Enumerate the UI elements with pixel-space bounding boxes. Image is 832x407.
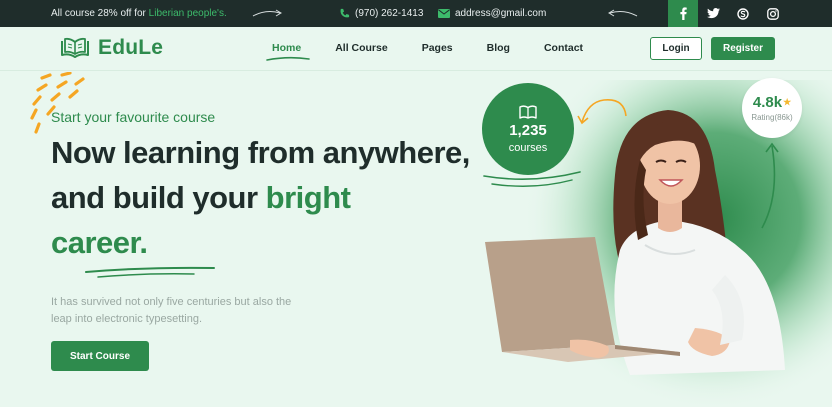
nav-label: Home bbox=[272, 42, 302, 54]
envelope-icon bbox=[438, 9, 450, 18]
nav-item-pages[interactable]: Pages bbox=[422, 42, 453, 54]
hero-heading-line-1: Now learning from anywhere, bbox=[51, 135, 470, 170]
phone-icon bbox=[340, 8, 350, 18]
courses-label: courses bbox=[508, 141, 548, 154]
hero-description: It has survived not only five centuries … bbox=[51, 296, 292, 325]
decorative-lines bbox=[483, 171, 581, 187]
brand-name: EduLe bbox=[98, 36, 164, 59]
decorative-dashes-icon bbox=[30, 72, 85, 134]
active-underline bbox=[266, 56, 310, 61]
open-book-icon bbox=[61, 37, 89, 58]
email-contact[interactable]: address@gmail.com bbox=[438, 8, 546, 19]
decorative-underline bbox=[85, 266, 215, 278]
facebook-icon[interactable] bbox=[668, 0, 698, 27]
nav-item-blog[interactable]: Blog bbox=[487, 42, 510, 54]
start-course-button[interactable]: Start Course bbox=[51, 341, 149, 371]
decorative-arrow-icon bbox=[252, 9, 282, 17]
social-links bbox=[668, 0, 788, 27]
curved-arrow-icon bbox=[761, 142, 779, 229]
curved-arrow-icon bbox=[577, 99, 627, 125]
instagram-icon[interactable] bbox=[758, 0, 788, 27]
email-address: address@gmail.com bbox=[455, 8, 547, 19]
star-icon: ★ bbox=[783, 97, 792, 107]
hero-heading-line-2: and build your bright bbox=[51, 180, 351, 216]
main-header: EduLe Home All Course Pages Blog Contact… bbox=[0, 27, 832, 71]
top-bar: All course 28% off for Liberian people's… bbox=[0, 0, 832, 27]
phone-contact[interactable]: (970) 262-1413 bbox=[339, 8, 423, 19]
rating-badge: 4.8k ★ Rating(86k) bbox=[742, 78, 802, 138]
offer-prefix: All course 28% off for bbox=[51, 8, 146, 19]
heading-text: and build your bbox=[51, 180, 266, 215]
nav-item-all-course[interactable]: All Course bbox=[335, 42, 388, 54]
heading-accent: bright bbox=[265, 180, 351, 215]
site-logo[interactable]: EduLe bbox=[60, 36, 163, 60]
rating-value: 4.8k bbox=[752, 94, 783, 111]
hero-subtitle: Start your favourite course bbox=[51, 109, 216, 125]
nav-label: Contact bbox=[543, 42, 584, 54]
heading-accent: career. bbox=[51, 225, 148, 260]
hero-heading-line-3: career. bbox=[51, 225, 148, 261]
nav-label: Pages bbox=[421, 42, 453, 54]
offer-text: All course 28% off for Liberian people's… bbox=[51, 8, 227, 19]
courses-badge: 1,235 courses bbox=[482, 83, 574, 175]
twitter-icon[interactable] bbox=[698, 0, 728, 27]
phone-number: (970) 262-1413 bbox=[355, 8, 424, 19]
nav-label: Blog bbox=[486, 42, 510, 54]
nav-item-contact[interactable]: Contact bbox=[544, 42, 583, 54]
nav-item-home[interactable]: Home bbox=[266, 42, 310, 61]
courses-count: 1,235 bbox=[509, 121, 547, 139]
main-nav: Home All Course Pages Blog Contact bbox=[266, 42, 617, 61]
offer-accent: Liberian people's. bbox=[148, 8, 227, 19]
skype-icon[interactable] bbox=[728, 0, 758, 27]
rating-label: Rating(86k) bbox=[751, 113, 793, 122]
login-button[interactable]: Login bbox=[650, 37, 702, 60]
book-icon bbox=[519, 104, 537, 119]
decorative-arrow-icon bbox=[608, 9, 638, 17]
register-button[interactable]: Register bbox=[711, 37, 775, 60]
rating-value-row: 4.8k ★ bbox=[753, 94, 791, 111]
nav-label: All Course bbox=[335, 42, 388, 54]
